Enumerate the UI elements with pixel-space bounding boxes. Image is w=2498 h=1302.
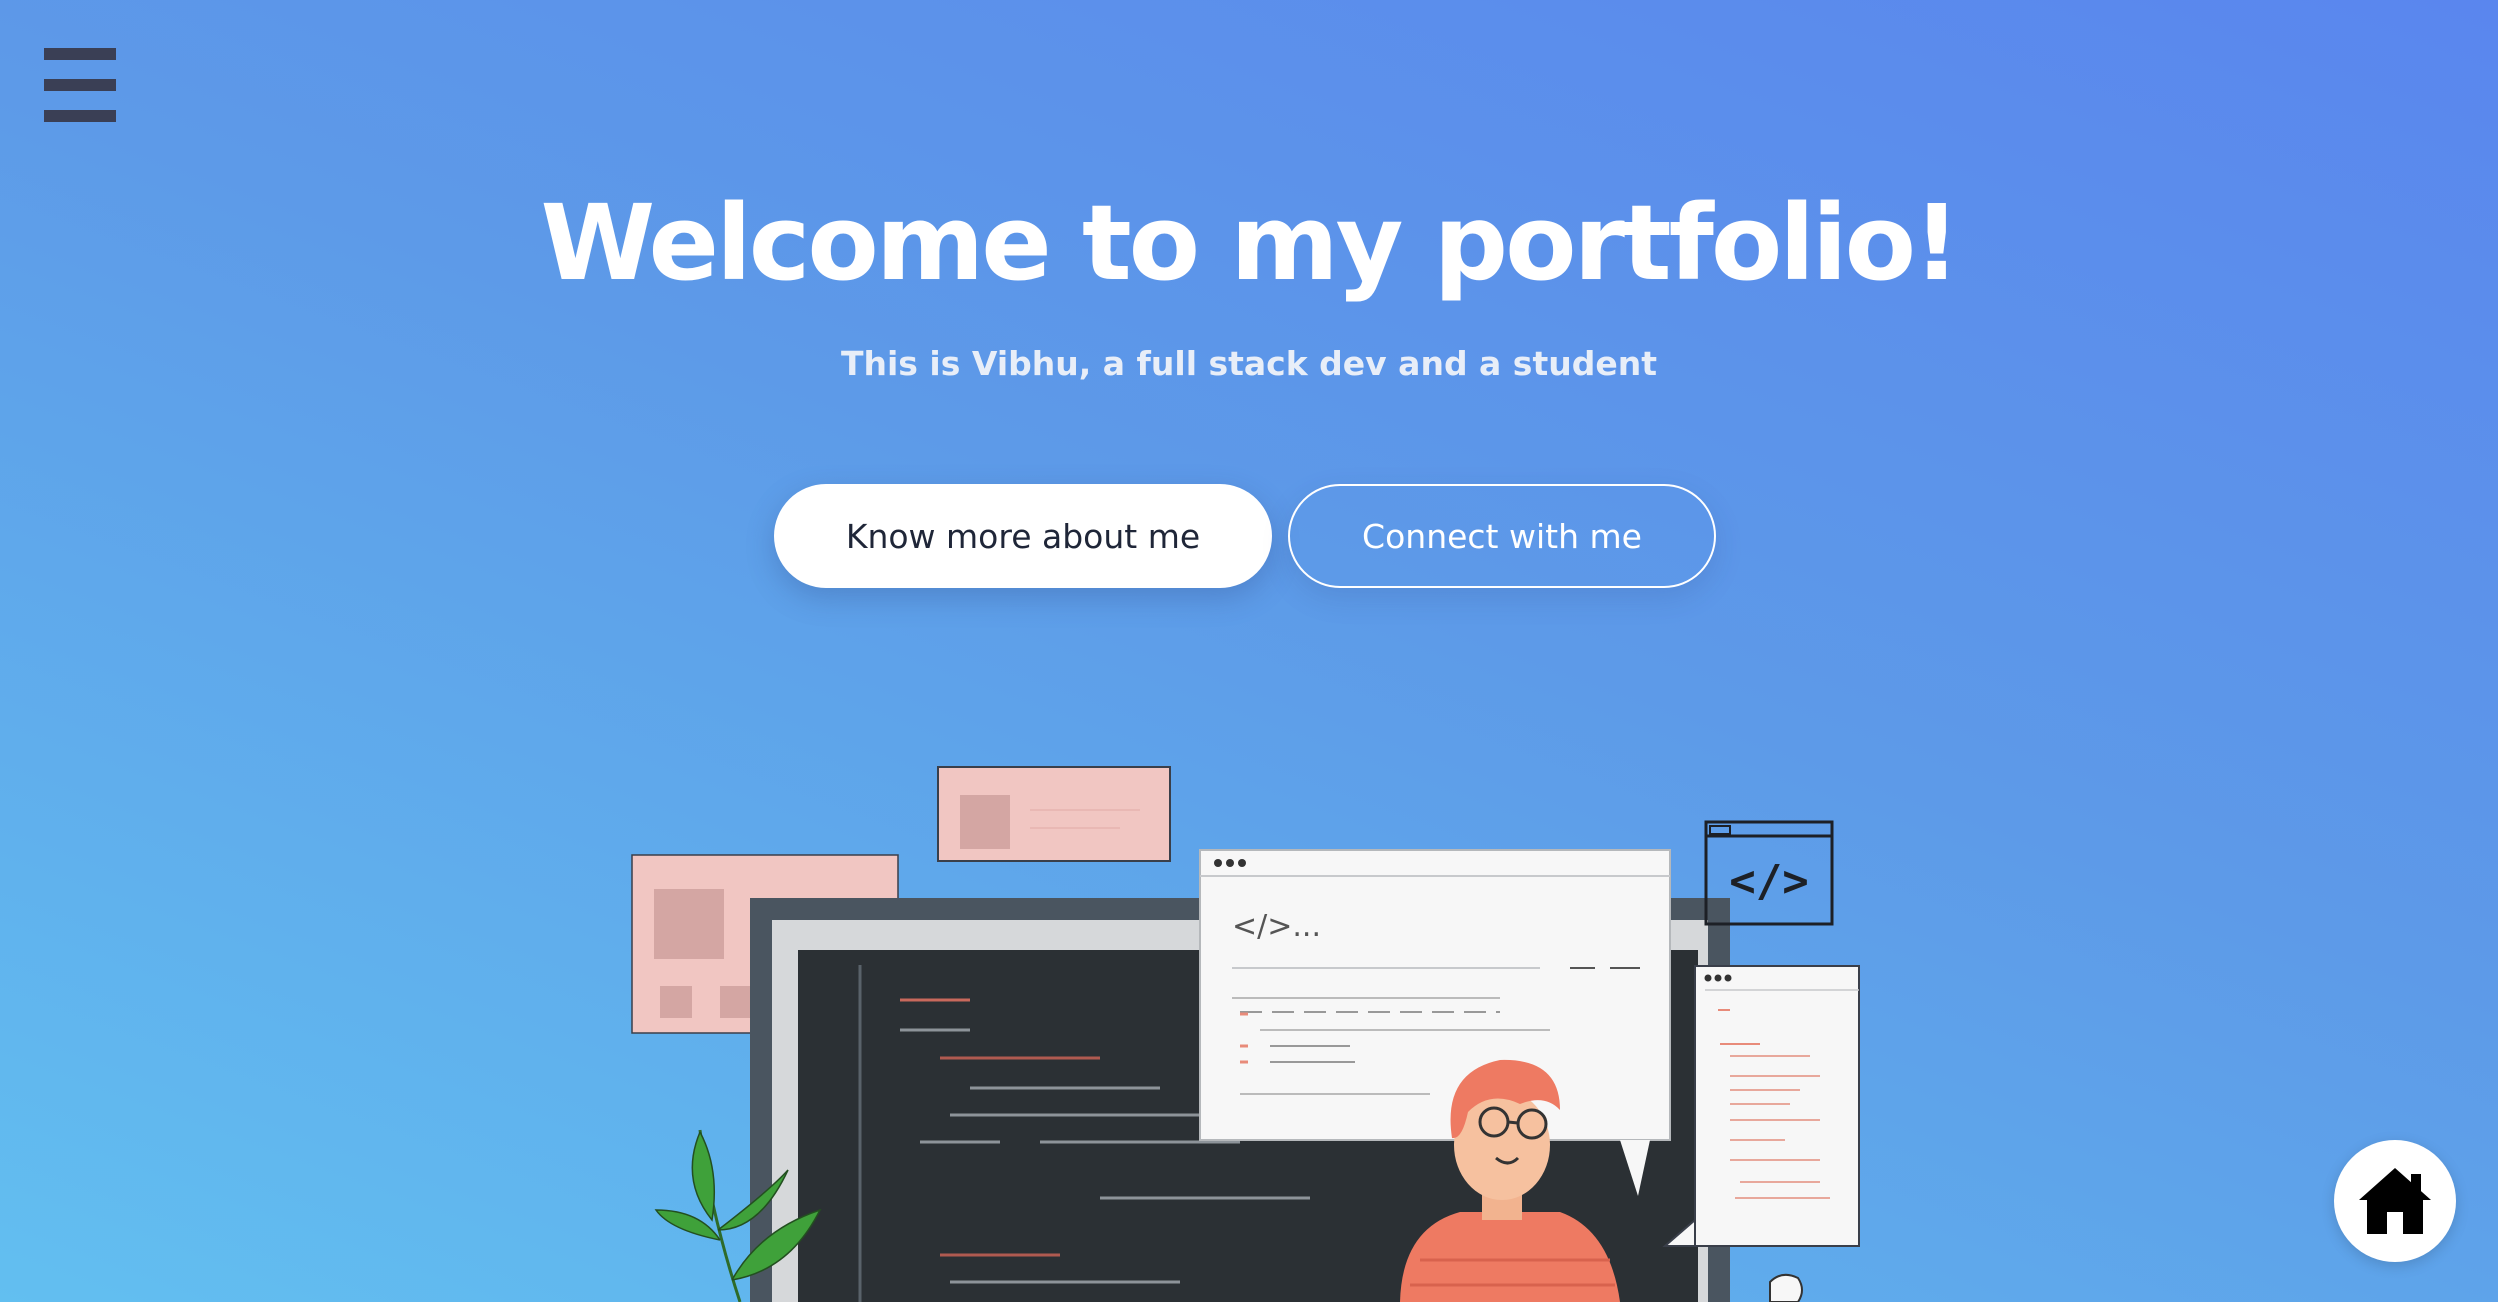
hamburger-menu-icon[interactable] xyxy=(44,48,116,122)
pink-card-top xyxy=(937,766,1171,862)
menu-bar xyxy=(44,79,116,91)
developer-illustration: </>... </> xyxy=(631,766,1860,1302)
mouse xyxy=(1769,1273,1803,1302)
menu-bar xyxy=(44,48,116,60)
home-button[interactable] xyxy=(2334,1140,2456,1262)
side-panel xyxy=(1662,965,1860,1247)
svg-text:</>...: </>... xyxy=(1232,909,1321,944)
svg-text:</>: </> xyxy=(1729,856,1808,907)
connect-button[interactable]: Connect with me xyxy=(1288,484,1716,588)
hero-subtitle: This is Vibhu, a full stack dev and a st… xyxy=(840,344,1657,383)
menu-bar xyxy=(44,110,116,122)
home-icon xyxy=(2359,1168,2431,1234)
page-title: Welcome to my portfolio! xyxy=(540,182,1961,304)
know-more-button[interactable]: Know more about me xyxy=(774,484,1272,588)
